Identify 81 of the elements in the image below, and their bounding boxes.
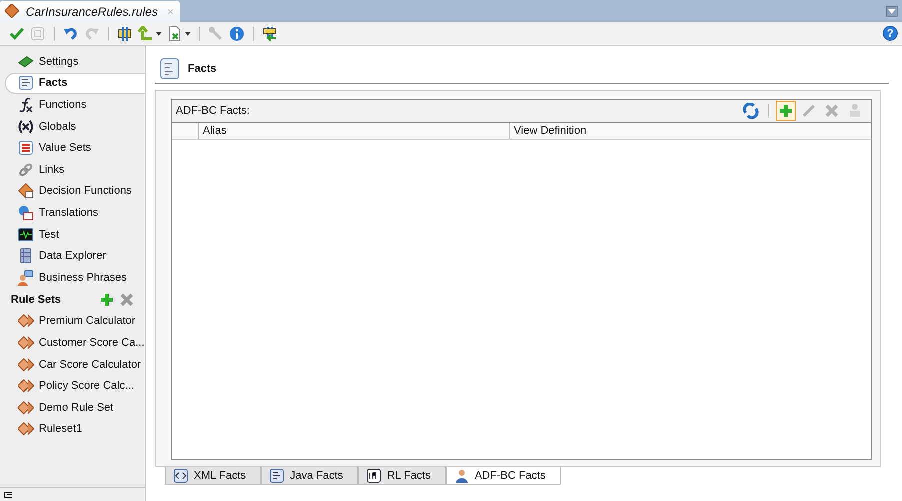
diamond-icon [5,4,21,20]
tab[interactable]: RL Facts [358,467,446,485]
document-icon [160,58,180,80]
database-icon [18,248,34,264]
document-icon [167,26,183,42]
stamp-icon [847,103,863,119]
grid-icon [117,26,133,42]
sidebar-item[interactable]: Decision Functions [0,180,145,202]
column-header[interactable]: Alias [199,123,510,139]
sidebar-item[interactable]: Globals [0,116,145,138]
sidebar-item[interactable]: Business Phrases [0,266,145,289]
diamond-icon [18,378,34,394]
page-icon [30,26,46,42]
redo-icon [84,26,100,42]
page-title: Facts [188,63,217,75]
tab[interactable]: XML Facts [165,467,262,485]
help-button[interactable]: ? [883,26,898,41]
person-speech-icon [18,270,34,286]
rule-set-item[interactable]: Demo Rule Set [0,396,145,418]
code-icon [174,468,188,482]
function-icon [18,96,34,113]
refresh-icon [743,103,759,119]
monitor-icon [18,226,34,243]
diamond-icon [18,334,34,351]
person-icon [454,468,469,482]
check-icon [9,26,25,42]
editor-tab[interactable]: CarInsuranceRules.rules × [0,1,180,22]
rule-set-item[interactable]: Policy Score Calc... [0,375,145,397]
rule-set-item[interactable]: Customer Score Ca... [0,332,145,354]
caret-icon [185,32,191,36]
diamond-icon [18,313,34,330]
wrench-icon [208,26,224,42]
document-icon [270,468,284,482]
rule-set-item[interactable]: Car Score Calculator [0,354,145,376]
tab[interactable]: ADF-BC Facts [446,467,561,485]
undo-icon [63,26,79,42]
cross-icon [119,292,135,308]
rule-set-item[interactable]: Premium Calculator [0,310,145,332]
diamond-icon [18,400,34,416]
collapse-icon[interactable] [4,492,12,498]
sidebar-item[interactable]: Translations [0,202,145,224]
caret-icon [156,32,162,36]
tab-list-button[interactable] [886,6,898,17]
add-button[interactable] [99,292,115,308]
link-icon [18,162,34,178]
sidebar-item[interactable]: Data Explorer [0,245,145,267]
sidebar-item[interactable]: Functions [0,94,145,116]
diamond-icon [18,356,34,373]
diamond-icon [18,183,34,200]
badge-icon [367,468,382,482]
info-icon [229,26,245,42]
sidebar-item[interactable]: Settings [0,51,145,73]
arrow-icon [138,26,154,42]
grid-button[interactable] [116,24,134,42]
variable-icon [18,118,34,135]
plus-icon [99,292,115,308]
refresh-button[interactable] [741,101,761,121]
sidebar-item[interactable]: Facts [5,72,145,94]
column-header[interactable]: View Definition [510,123,871,139]
arrow-button[interactable] [137,24,163,42]
list-icon [18,140,34,156]
sidebar-item[interactable]: Value Sets [0,137,145,159]
grid-arrow-button[interactable] [261,24,279,42]
section-heading: Rule Sets [11,294,62,306]
sidebar-item[interactable]: Test [0,224,145,246]
delete-button[interactable] [119,292,135,308]
pencil-icon [801,103,817,119]
info-button[interactable] [228,24,246,42]
diamond-icon [18,421,34,438]
tab-title: CarInsuranceRules.rules [26,4,158,18]
panel-title: ADF-BC Facts: [176,105,250,117]
document-icon [18,75,34,92]
sidebar-item[interactable]: Links [0,158,145,181]
tab[interactable]: Java Facts [261,467,358,485]
rule-set-item[interactable]: Ruleset1 [0,418,145,440]
grid-arrow-icon [262,26,278,42]
cross-icon [824,103,840,119]
book-icon [18,54,34,70]
plus-button[interactable] [776,101,796,121]
globe-icon [18,204,34,221]
plus-icon [778,103,794,119]
